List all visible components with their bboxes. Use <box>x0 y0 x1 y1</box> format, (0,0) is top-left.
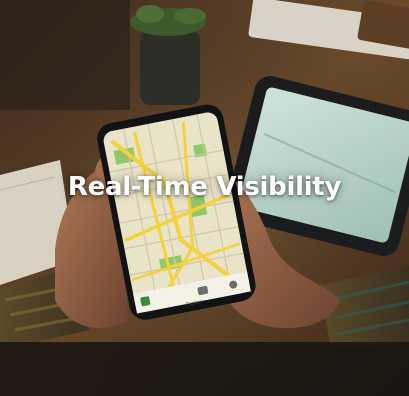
map-tab-icon <box>140 296 151 307</box>
photo-scene: Explore Real-Time Visibility <box>0 0 409 396</box>
headline: Real-Time Visibility <box>67 172 342 202</box>
bottom-dark-band <box>0 342 409 396</box>
plant-pot <box>130 5 206 105</box>
